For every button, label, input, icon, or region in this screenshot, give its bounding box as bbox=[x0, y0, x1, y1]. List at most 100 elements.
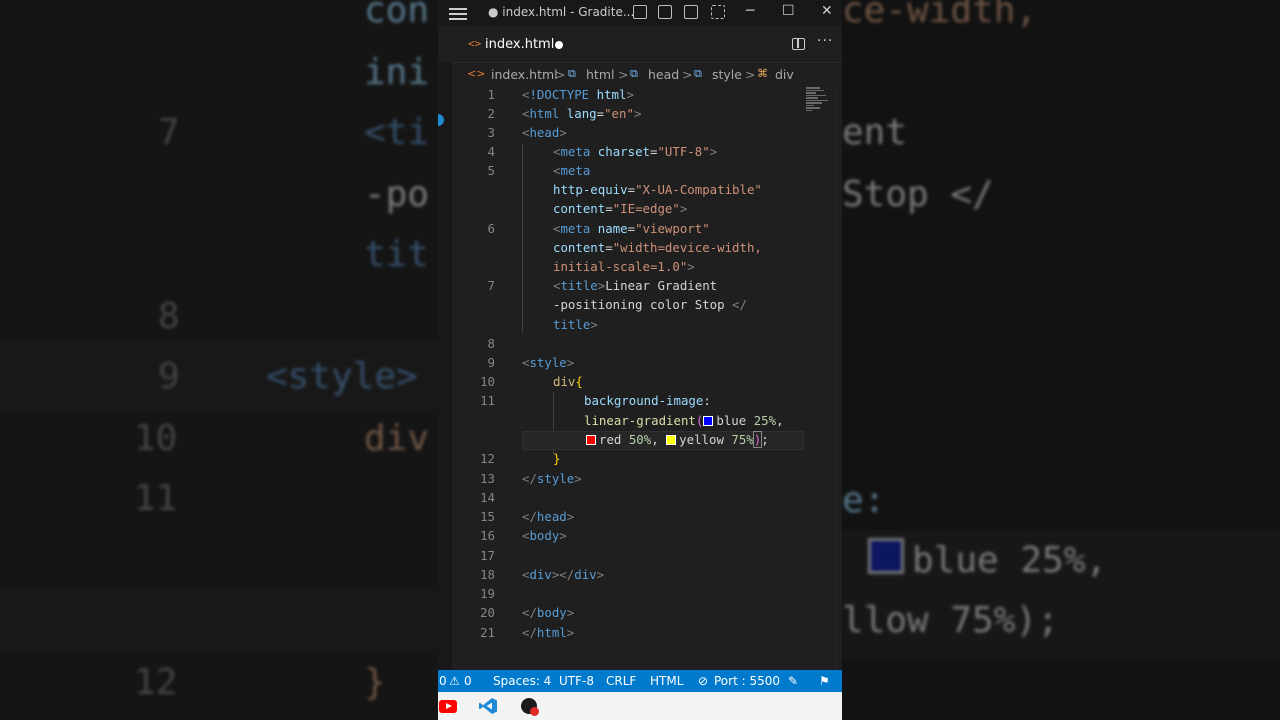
code-line-wrap: -positioning color Stop </ bbox=[553, 297, 747, 312]
bg-code: con bbox=[364, 0, 430, 31]
customize-layout-icon[interactable] bbox=[711, 5, 725, 19]
encoding-status[interactable]: UTF-8 bbox=[559, 674, 594, 688]
line-number: 12 bbox=[480, 451, 495, 466]
obs-recorder-icon[interactable] bbox=[521, 698, 539, 716]
chevron-right-icon: > bbox=[682, 67, 693, 82]
color-swatch-yellow[interactable] bbox=[666, 435, 677, 445]
chevron-right-icon: > bbox=[618, 67, 629, 82]
errors-count[interactable]: 0 bbox=[439, 674, 447, 688]
toggle-panel-icon[interactable] bbox=[658, 5, 672, 19]
line-number: 8 bbox=[487, 336, 495, 351]
line-number: 19 bbox=[480, 586, 495, 601]
split-editor-icon[interactable] bbox=[792, 38, 805, 50]
minimize-button[interactable]: ─ bbox=[746, 3, 754, 19]
indentation-status[interactable]: Spaces: 4 bbox=[493, 674, 551, 688]
line-number: 1 bbox=[487, 87, 495, 102]
code-line: 18 <div></div> bbox=[452, 566, 812, 585]
window-title: ● index.html - Gradite... bbox=[488, 5, 635, 19]
breadcrumb-item[interactable]: index.html bbox=[491, 67, 558, 82]
line-number: 20 bbox=[480, 605, 495, 620]
code-line-wrap: content="width=device-width, bbox=[553, 240, 762, 255]
bg-code: -po bbox=[364, 174, 430, 215]
toggle-secondary-sidebar-icon[interactable] bbox=[684, 5, 698, 19]
code-line: 16 <body> bbox=[452, 527, 812, 546]
bg-code: llow 75%); bbox=[842, 600, 1059, 641]
html-file-icon: <> bbox=[467, 67, 486, 80]
code-line-current: red 50%, yellow 75%); bbox=[452, 431, 812, 450]
line-number: 9 bbox=[487, 355, 495, 370]
code-line: 7 <title>Linear Gradient bbox=[452, 277, 812, 296]
line-number: 11 bbox=[480, 393, 495, 408]
code-line: 9 <style> bbox=[452, 354, 812, 373]
tab-index-html[interactable]: <> index.html bbox=[458, 26, 574, 62]
code-editor[interactable]: 1 <!DOCTYPE html> 2 <html lang="en"> 3 <… bbox=[452, 86, 842, 670]
breadcrumb-item[interactable]: div bbox=[775, 67, 794, 82]
minimap[interactable] bbox=[806, 86, 830, 126]
line-number: 18 bbox=[480, 567, 495, 582]
vertical-scrollbar[interactable] bbox=[836, 86, 842, 670]
line-number: 2 bbox=[487, 106, 495, 121]
code-line: 3 <head> bbox=[452, 124, 812, 143]
title-bar: ● index.html - Gradite... ─ ☐ ✕ bbox=[438, 0, 842, 26]
code-line: 6 <meta name="viewport" bbox=[452, 220, 812, 239]
code-line-wrap: title> bbox=[553, 317, 598, 332]
line-number: 3 bbox=[487, 125, 495, 140]
language-mode[interactable]: HTML bbox=[650, 674, 683, 688]
bg-line-number: 12 bbox=[134, 662, 178, 703]
line-number: 10 bbox=[480, 374, 495, 389]
eol-status[interactable]: CRLF bbox=[606, 674, 636, 688]
code-line-wrap: content="IE=edge"> bbox=[553, 201, 688, 216]
vscode-icon[interactable] bbox=[478, 697, 498, 715]
hamburger-menu-icon[interactable] bbox=[449, 5, 467, 21]
youtube-icon[interactable] bbox=[439, 700, 457, 713]
line-number: 13 bbox=[480, 471, 495, 486]
bg-code: e: bbox=[842, 480, 886, 521]
bg-code: ent bbox=[842, 112, 908, 153]
code-line: 8 bbox=[452, 335, 812, 354]
bg-line-number: 7 bbox=[158, 112, 180, 153]
maximize-button[interactable]: ☐ bbox=[782, 3, 795, 19]
code-line: 1 <!DOCTYPE html> bbox=[452, 86, 812, 105]
tab-label: index.html bbox=[485, 37, 555, 52]
color-swatch-blue[interactable] bbox=[703, 416, 714, 426]
breadcrumb-item[interactable]: head bbox=[648, 67, 679, 82]
code-line: 14 bbox=[452, 489, 812, 508]
bg-code: div bbox=[364, 418, 430, 459]
line-number: 14 bbox=[480, 490, 495, 505]
color-swatch-red[interactable] bbox=[586, 435, 596, 445]
bg-code: ini bbox=[364, 52, 430, 93]
accounts-icon[interactable]: ✎ bbox=[788, 674, 798, 688]
bg-code: <style> bbox=[266, 356, 418, 397]
code-line: 17 bbox=[452, 547, 812, 566]
live-server-port[interactable]: Port : 5500 bbox=[714, 674, 780, 688]
bg-line-number: 11 bbox=[134, 478, 178, 519]
code-line: 19 bbox=[452, 585, 812, 604]
more-actions-icon[interactable]: ··· bbox=[817, 33, 833, 49]
notifications-icon[interactable]: ⚑ bbox=[819, 674, 830, 688]
toggle-sidebar-icon[interactable] bbox=[633, 5, 647, 19]
code-line: 10 div{ bbox=[452, 373, 812, 392]
bg-code: } bbox=[364, 662, 386, 703]
vscode-window: ● index.html - Gradite... ─ ☐ ✕ <> index… bbox=[438, 0, 842, 720]
close-button[interactable]: ✕ bbox=[821, 3, 833, 19]
port-off-icon[interactable]: ⊘ bbox=[698, 674, 708, 688]
code-line: 11 background-image: bbox=[452, 392, 812, 411]
breadcrumb-item[interactable]: html bbox=[586, 67, 614, 82]
chevron-right-icon: > bbox=[745, 67, 756, 82]
bg-line-number: 10 bbox=[134, 418, 178, 459]
line-number: 16 bbox=[480, 528, 495, 543]
code-line: 5 <meta bbox=[452, 162, 812, 181]
code-line-wrap: initial-scale=1.0"> bbox=[553, 259, 695, 274]
code-line: 12 } bbox=[452, 450, 812, 469]
bg-line-number: 8 bbox=[158, 296, 180, 337]
warnings-count[interactable]: 0 bbox=[464, 674, 472, 688]
bg-code: ce-width, bbox=[842, 0, 1038, 31]
element-icon: ⧉ bbox=[630, 67, 638, 80]
code-line: 2 <html lang="en"> bbox=[452, 105, 812, 124]
code-line: 21 </html> bbox=[452, 624, 812, 643]
unsaved-dot-icon[interactable] bbox=[555, 41, 563, 49]
bg-code: <ti bbox=[364, 112, 430, 153]
breadcrumb-item[interactable]: style bbox=[712, 67, 742, 82]
taskbar bbox=[438, 692, 842, 720]
warning-icon[interactable]: ⚠ bbox=[449, 674, 460, 688]
